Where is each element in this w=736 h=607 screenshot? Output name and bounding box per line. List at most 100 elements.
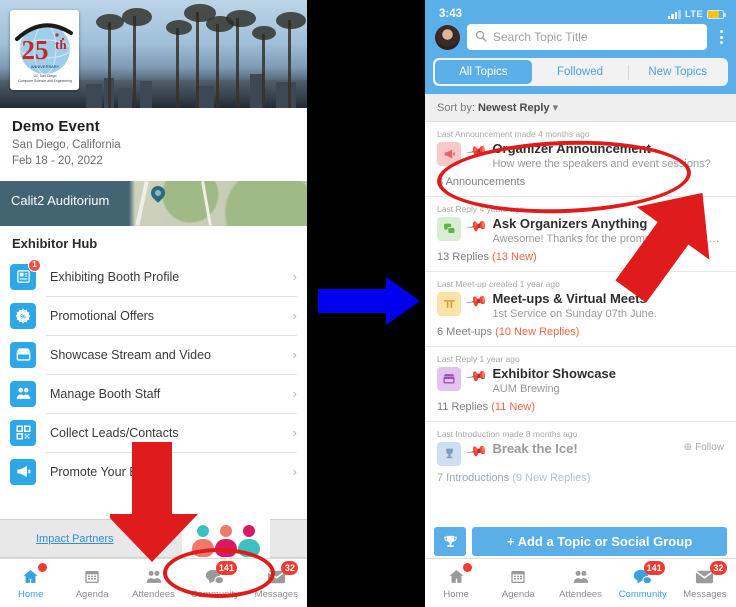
tab-agenda[interactable]: Agenda — [61, 559, 122, 607]
sidebar-item-label: Promotional Offers — [50, 308, 154, 323]
home-icon — [20, 562, 47, 587]
add-topic-cta: + Add a Topic or Social Group — [425, 527, 736, 556]
person-glyph — [192, 525, 214, 557]
community-header: 3:43 LTE Search Topic Title All Topics F… — [425, 0, 736, 94]
add-topic-button[interactable]: + Add a Topic or Social Group — [472, 527, 727, 556]
tab-label: Home — [443, 588, 469, 600]
sidebar-item-label: Showcase Stream and Video — [50, 347, 211, 362]
svg-text:UC San Diego: UC San Diego — [33, 74, 56, 78]
venue-name: Calit2 Auditorium — [11, 193, 110, 209]
sidebar-item-exhibiting-booth-profile[interactable]: 1 Exhibiting Booth Profile › — [0, 257, 307, 296]
venue-map-strip[interactable]: Calit2 Auditorium — [0, 181, 307, 227]
search-icon — [475, 30, 487, 45]
tab-label: Community — [190, 588, 239, 600]
calendar-icon — [81, 567, 103, 587]
sidebar-item-promote-your-booth[interactable]: Promote Your Booth › — [0, 452, 307, 491]
follow-label: Follow — [695, 441, 724, 453]
follow-button[interactable]: ⊕ Follow — [684, 442, 724, 453]
chat-bubbles-icon: 141 — [204, 560, 237, 587]
envelope-icon: 32 — [694, 560, 727, 587]
search-input[interactable]: Search Topic Title — [467, 24, 707, 50]
chevron-right-icon: › — [292, 269, 297, 285]
left-phone-screen: 25 th ANNIVERSARY UC San Diego Computer … — [0, 0, 307, 607]
topic-subtitle: 1st Service on Sunday 07th June. — [492, 307, 657, 320]
badge-count: 1 — [28, 258, 41, 272]
attendees-icon — [570, 567, 592, 587]
event-hero-image: 25 th ANNIVERSARY UC San Diego Computer … — [0, 0, 307, 108]
topic-count: 7 Introductions — [437, 471, 510, 484]
anniversary-logo-icon: 25 th ANNIVERSARY UC San Diego Computer … — [14, 23, 73, 83]
list-item[interactable]: Last Meet-up created 1 year ago 📌 Meet-u… — [425, 272, 736, 347]
chevron-right-icon: › — [292, 308, 297, 324]
tab-home[interactable]: Home — [425, 559, 487, 607]
sidebar-item-collect-leads-contacts[interactable]: Collect Leads/Contacts › — [0, 413, 307, 452]
tab-label: Agenda — [501, 588, 535, 600]
badge-count: 141 — [643, 560, 665, 575]
svg-text:%: % — [20, 314, 26, 320]
list-item[interactable]: Last Reply 1 year ago 📌 Exhibitor Showca… — [425, 347, 736, 422]
impact-partners-link[interactable]: Impact Partners — [36, 533, 114, 545]
envelope-icon: 32 — [265, 560, 299, 587]
status-bar: 3:43 LTE — [425, 4, 736, 22]
list-item[interactable]: Last Introduction made 8 months ago 📌 Br… — [425, 422, 736, 492]
trophy-icon[interactable] — [434, 527, 466, 556]
percent-badge-icon: % — [10, 302, 36, 329]
topic-title: Organizer Announcement — [492, 141, 651, 156]
topic-meta: Last Reply 1 year ago — [437, 353, 520, 364]
badge-count: 141 — [215, 560, 237, 575]
tab-agenda[interactable]: Agenda — [487, 559, 549, 607]
network-type-label: LTE — [684, 8, 703, 20]
overflow-menu-icon[interactable] — [714, 30, 728, 44]
tab-community[interactable]: 141 Community — [184, 559, 245, 607]
tab-messages[interactable]: 32 Messages — [246, 559, 307, 607]
tab-home[interactable]: Home — [0, 559, 61, 607]
left-bottom-tabbar: Home Agenda Attendees 141 Community 32 M… — [0, 558, 307, 607]
tab-attendees[interactable]: Attendees — [123, 559, 184, 607]
home-icon — [445, 562, 473, 587]
sort-bar[interactable]: Sort by: Newest Reply ▾ — [425, 94, 736, 122]
people-group-icon — [10, 380, 36, 407]
list-item[interactable]: Last Reply 4 years ago 📌 Ask Organizers … — [425, 197, 736, 272]
building — [276, 82, 296, 108]
megaphone-icon — [437, 142, 461, 166]
list-item[interactable]: Last Announcement made 4 months ago 📌 Or… — [425, 122, 736, 197]
topic-title: Exhibitor Showcase — [492, 365, 616, 381]
palm-frond — [166, 20, 192, 35]
status-indicators: LTE — [667, 8, 726, 20]
sidebar-item-manage-booth-staff[interactable]: Manage Booth Staff › — [0, 374, 307, 413]
tab-label: Community — [618, 588, 667, 600]
tab-community[interactable]: 141 Community — [612, 559, 674, 607]
svg-text:Computer Science and Engineeri: Computer Science and Engineering — [18, 79, 72, 83]
signal-bars-icon — [667, 9, 681, 19]
palm-frond — [96, 14, 124, 30]
topic-count: 11 Replies — [437, 400, 489, 413]
palm-tree — [176, 28, 179, 108]
search-placeholder: Search Topic Title — [493, 30, 588, 44]
storefront-icon — [10, 341, 36, 368]
topic-subtitle: How were the speakers and event sessions… — [492, 157, 711, 170]
topic-count: 8 Announcements — [437, 175, 526, 188]
megaphone-icon — [10, 458, 36, 485]
building — [140, 81, 152, 108]
tab-attendees[interactable]: Attendees — [549, 559, 611, 607]
sidebar-item-label: Collect Leads/Contacts — [50, 425, 179, 440]
badge-count: 32 — [709, 560, 727, 575]
topic-new-count: (10 New Replies) — [495, 325, 580, 338]
tab-label: Agenda — [75, 588, 109, 600]
partners-logo — [182, 515, 270, 559]
plus-circle-icon: ⊕ — [683, 441, 693, 453]
palm-frond — [276, 12, 306, 29]
topic-new-count: (9 New Replies) — [512, 471, 591, 484]
avatar[interactable] — [435, 24, 460, 50]
topic-count: 13 Replies — [437, 250, 489, 263]
tab-followed[interactable]: Followed — [532, 60, 629, 84]
tab-messages[interactable]: 32 Messages — [674, 559, 736, 607]
tab-new-topics[interactable]: New Topics — [629, 60, 726, 84]
tab-label: Messages — [683, 588, 727, 600]
trophy-icon — [437, 441, 461, 466]
event-location: San Diego, California — [12, 139, 121, 151]
tab-all-topics[interactable]: All Topics — [435, 60, 532, 84]
sidebar-item-promotional-offers[interactable]: % Promotional Offers › — [0, 296, 307, 335]
notification-dot — [463, 562, 473, 572]
sidebar-item-showcase-stream-and-video[interactable]: Showcase Stream and Video › — [0, 335, 307, 374]
